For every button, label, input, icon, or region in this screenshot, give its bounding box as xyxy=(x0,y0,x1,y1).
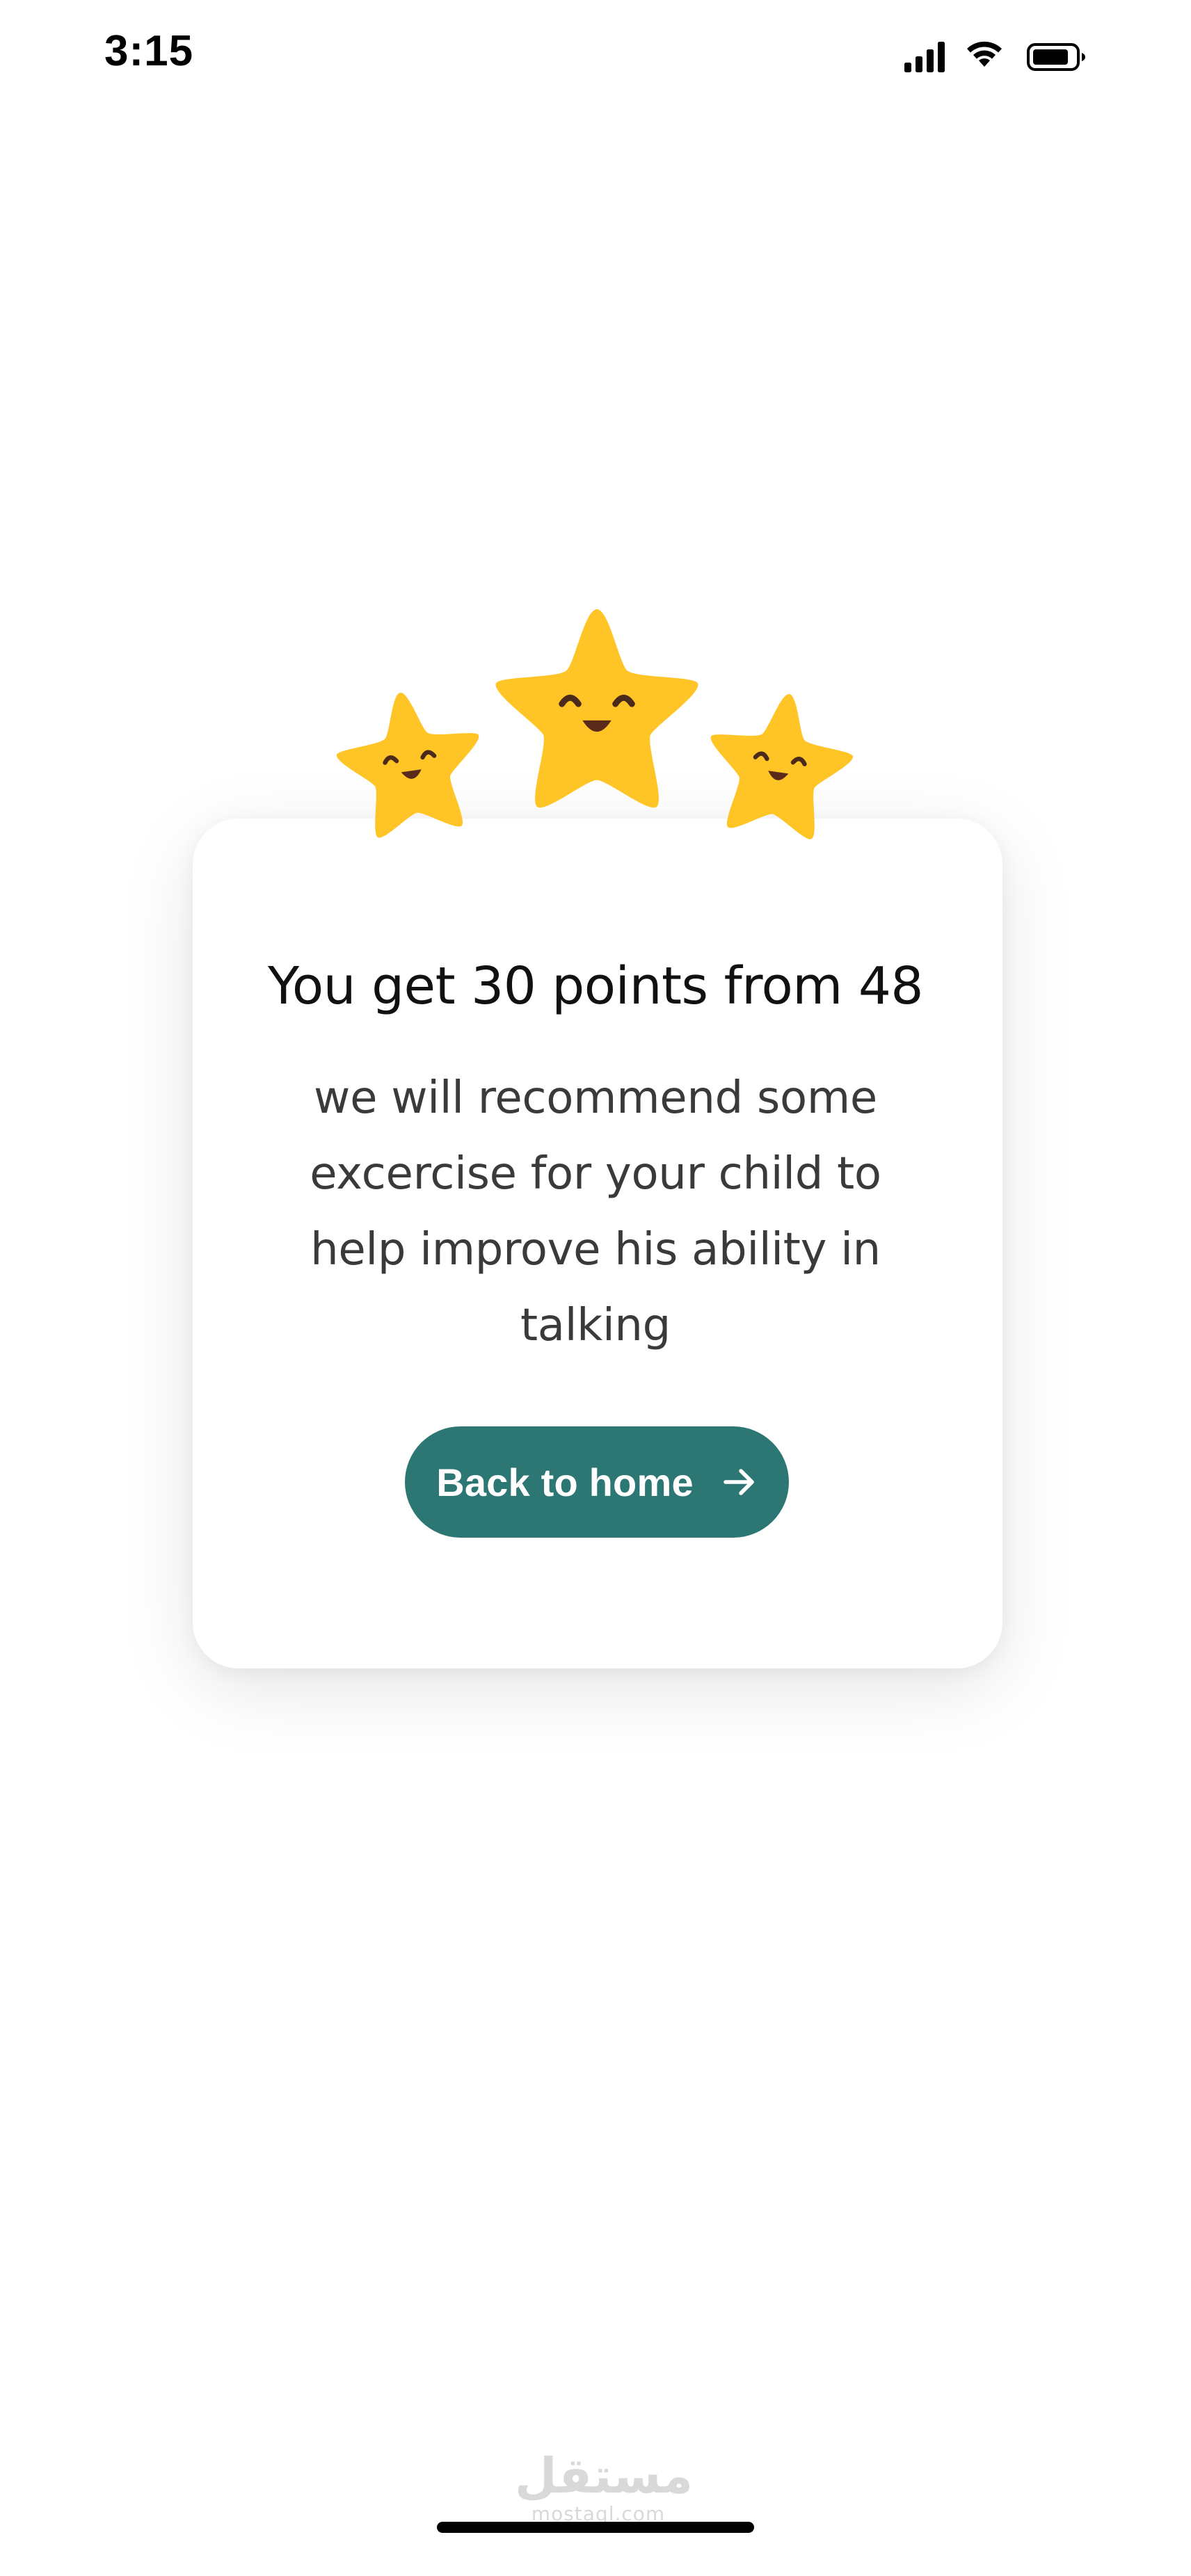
battery-icon xyxy=(1027,43,1085,71)
star-left-icon xyxy=(329,683,490,842)
watermark-logo: مستقل mostaql.com xyxy=(515,2447,694,2531)
star-center-icon xyxy=(496,609,698,807)
watermark-arabic: مستقل xyxy=(515,2447,694,2504)
back-to-home-button[interactable]: Back to home xyxy=(405,1426,789,1538)
back-to-home-label: Back to home xyxy=(436,1460,694,1504)
status-time: 3:15 xyxy=(104,27,194,75)
wifi-icon xyxy=(967,41,1002,67)
status-bar: 3:15 xyxy=(0,0,1191,111)
recommendation-message: we will recommend some excercise for you… xyxy=(310,1072,881,1351)
status-icons xyxy=(904,38,1092,77)
stars-rating xyxy=(327,605,863,876)
cellular-signal-icon xyxy=(904,42,945,72)
star-right-icon xyxy=(698,684,860,844)
arrow-right-icon xyxy=(724,1469,754,1495)
home-indicator[interactable] xyxy=(437,2522,754,2533)
score-title: You get 30 points from 48 xyxy=(268,956,923,1016)
